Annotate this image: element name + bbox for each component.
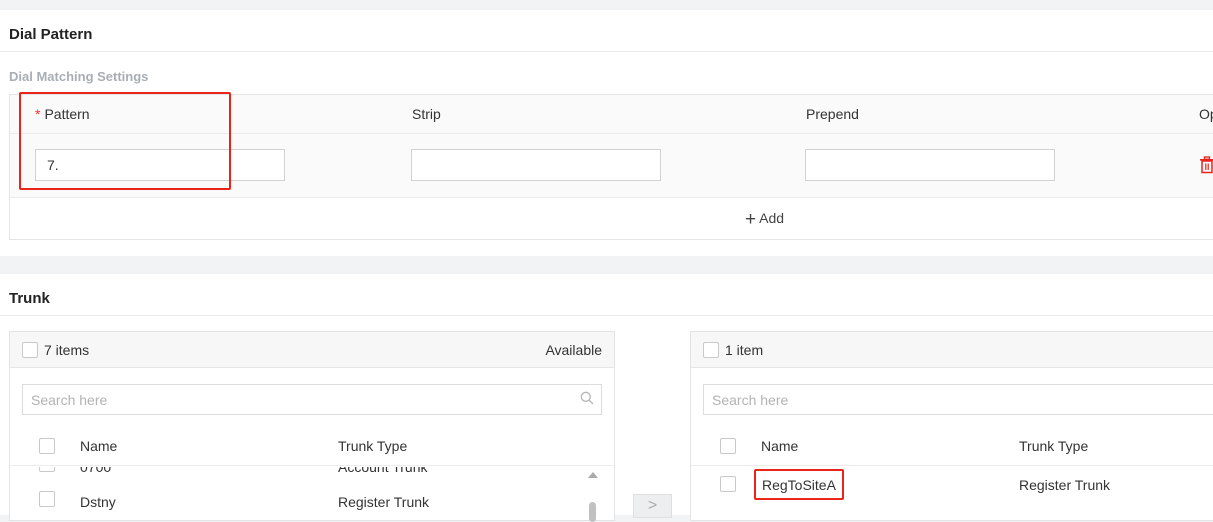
row-checkbox[interactable] [39,467,55,472]
selected-col-type: Trunk Type [1019,438,1089,454]
available-col-type: Trunk Type [338,438,408,454]
scroll-thumb[interactable] [589,502,596,522]
column-strip: Strip [412,106,441,122]
add-row: + Add [10,198,1213,240]
trunk-title: Trunk [9,290,50,307]
prepend-input[interactable] [805,149,1055,181]
column-options-clip: Options [1199,106,1213,126]
select-all-available-checkbox[interactable] [22,342,38,358]
row-type: Register Trunk [1019,477,1111,493]
available-transfer-list: 7 items Available Name Trunk Type 0700 A… [9,331,615,522]
selected-col-name: Name [761,438,799,454]
available-search [22,384,602,415]
divider [0,51,1213,52]
selected-transfer-list: 1 item Name Trunk Type RegToSiteA Regist… [690,331,1213,521]
add-button[interactable]: + Add [745,209,784,231]
dial-pattern-title: Dial Pattern [9,26,93,43]
row-checkbox[interactable] [39,491,55,507]
plus-icon: + [745,209,757,230]
row-name: 0700 [80,467,112,475]
add-label: Add [759,210,785,226]
available-label: Available [545,342,602,358]
dial-matching-subtitle: Dial Matching Settings [9,69,149,84]
row-type: Account Trunk [338,467,428,475]
move-right-button[interactable]: > [633,494,672,518]
available-header-checkbox[interactable] [39,438,55,454]
column-options: Options [1199,106,1213,122]
highlight-box-regtositea [754,469,844,500]
available-search-input[interactable] [23,385,544,414]
row-type: Register Trunk [338,494,430,510]
trash-icon[interactable] [1199,156,1213,174]
row-name: Dstny [80,494,116,510]
highlight-box-pattern [19,92,231,190]
trunk-card: Trunk 7 items Available Name Trunk Type … [0,274,1213,522]
select-all-selected-checkbox[interactable] [703,342,719,358]
dial-pattern-card: Dial Pattern Dial Matching Settings * Pat… [0,10,1213,256]
available-rows-viewport: 0700 Account Trunk Dstny Register Trunk [10,467,585,521]
selected-search [703,384,1213,415]
selected-list-header: 1 item [691,332,1213,368]
divider [0,315,1213,316]
search-icon [580,391,594,405]
strip-input[interactable] [411,149,661,181]
row-checkbox[interactable] [720,476,736,492]
available-list-header: 7 items Available [10,332,614,368]
selected-search-input[interactable] [704,385,1180,414]
scroll-up-arrow-icon[interactable] [588,472,598,478]
available-col-name: Name [80,438,118,454]
column-prepend: Prepend [806,106,859,122]
available-count: 7 items [44,342,90,358]
selected-count: 1 item [725,342,764,358]
selected-header-checkbox[interactable] [720,438,736,454]
scrollbar[interactable] [586,466,598,522]
delete-button[interactable] [1199,156,1213,174]
